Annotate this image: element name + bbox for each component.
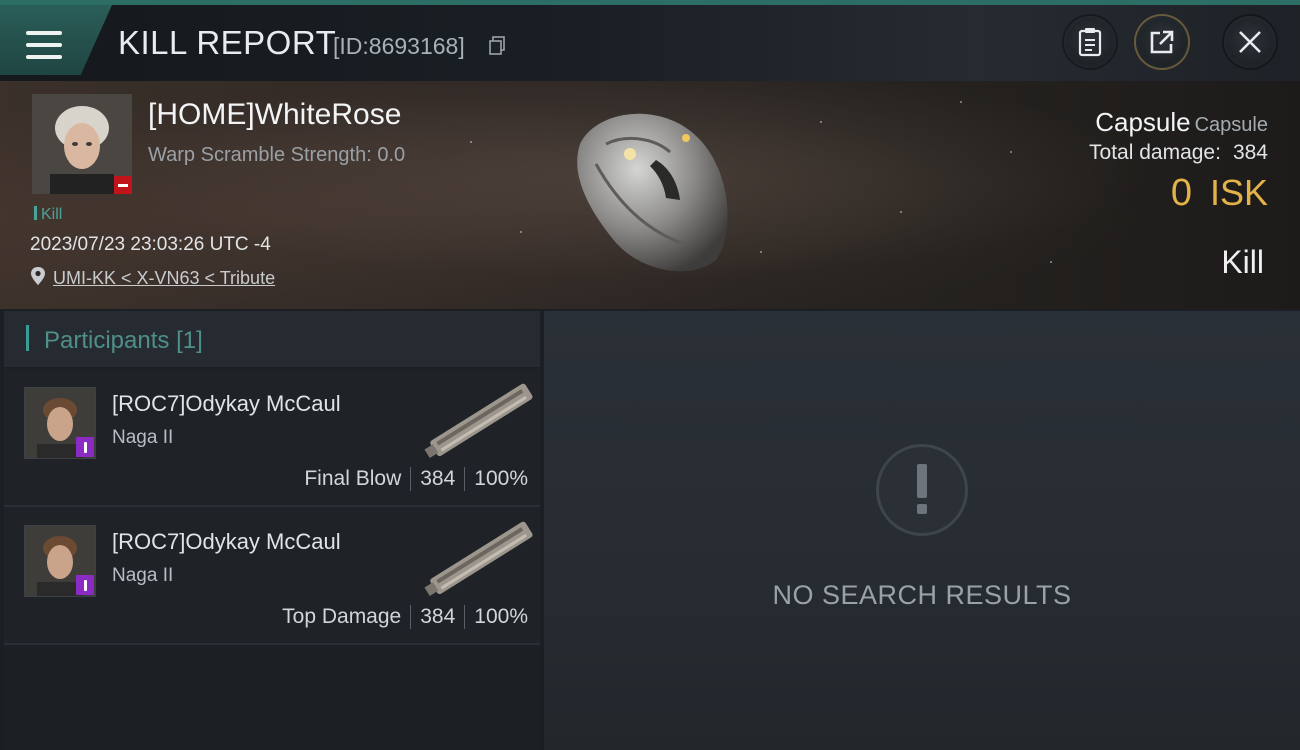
menu-icon: [26, 31, 62, 61]
kill-timestamp: 2023/07/23 23:03:26 UTC -4: [30, 234, 271, 255]
victim-ship-class: Capsule: [1194, 114, 1268, 136]
location-pin-icon: [31, 267, 45, 285]
participant-damage: 384: [420, 467, 456, 490]
participant-damage: 384: [420, 605, 456, 628]
participant-percent: 100%: [474, 605, 528, 628]
participant-badge: [76, 575, 94, 595]
no-search-results: NO SEARCH RESULTS: [772, 580, 1072, 610]
copy-icon[interactable]: [489, 36, 505, 55]
close-icon: [1239, 31, 1261, 53]
standing-badge: [114, 176, 132, 194]
capsule-ship-image: [577, 113, 728, 272]
isk-unit: ISK: [1209, 172, 1268, 213]
participant-role: Final Blow: [304, 467, 402, 490]
participant-stats: Final Blow 384 100%: [304, 467, 528, 491]
participant-badge: [76, 437, 94, 457]
participants-title: Participants [1]: [44, 327, 203, 355]
participant-weapon-icon: [424, 383, 533, 459]
total-damage: Total damage: 384: [1089, 141, 1268, 165]
participant-role: Top Damage: [282, 605, 402, 628]
victim-ship: Capsule Capsule: [1095, 107, 1268, 138]
victim-ship-name: Capsule: [1095, 107, 1191, 137]
total-damage-label: Total damage:: [1089, 141, 1221, 164]
participant-row[interactable]: [ROC7]Odykay McCaul Naga II Final Blow 38…: [4, 369, 540, 507]
participant-weapon-icon: [424, 521, 533, 597]
participant-stats: Top Damage 384 100%: [282, 605, 528, 629]
share-button[interactable]: [1136, 16, 1188, 68]
page-title: KILL REPORT: [118, 24, 337, 61]
participant-ship: Naga II: [112, 565, 174, 586]
warp-scramble-strength: Warp Scramble Strength: 0.0: [148, 144, 406, 166]
participant-row[interactable]: [ROC7]Odykay McCaul Naga II Top Damage 38…: [4, 507, 540, 645]
isk-value: 0 ISK: [1171, 172, 1268, 215]
participant-name: [ROC7]Odykay McCaul: [112, 529, 341, 554]
victim-name[interactable]: [HOME]WhiteRose: [148, 98, 401, 132]
kill-tag-label: Kill: [41, 206, 63, 223]
result-label: Kill: [1221, 244, 1264, 280]
exclamation-icon: [876, 444, 968, 536]
report-id: [ID:8693168]: [333, 33, 465, 59]
kill-location-link[interactable]: UMI-KK < X-VN63 < Tribute: [53, 268, 275, 289]
isk-amount: 0: [1170, 172, 1192, 214]
total-damage-value: 384: [1232, 141, 1268, 164]
participants-header: Participants [1]: [4, 311, 540, 367]
participant-name: [ROC7]Odykay McCaul: [112, 391, 341, 416]
clipboard-icon: [1078, 28, 1102, 57]
kill-tag: Kill: [34, 206, 62, 224]
participants-count: [1]: [176, 327, 203, 354]
participant-percent: 100%: [474, 467, 528, 490]
participant-ship: Naga II: [112, 427, 174, 448]
participants-title-label: Participants: [44, 327, 170, 354]
share-icon: [1150, 30, 1174, 54]
close-button[interactable]: [1224, 16, 1276, 68]
clipboard-button[interactable]: [1064, 16, 1116, 68]
